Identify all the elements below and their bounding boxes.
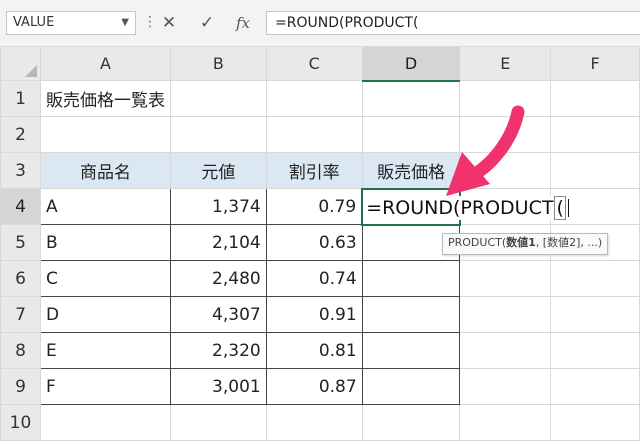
more-options-icon[interactable]: ⋮ <box>143 11 157 35</box>
formula-bar: VALUE ▼ ⋮ ✕ ✓ fx =ROUND(PRODUCT( <box>0 0 640 47</box>
price-cell[interactable]: 2,104 <box>169 224 267 261</box>
cell[interactable] <box>459 332 552 369</box>
cell[interactable] <box>550 332 640 369</box>
cell[interactable] <box>459 152 552 189</box>
sale-price-cell[interactable] <box>361 332 461 369</box>
cancel-icon[interactable]: ✕ <box>154 11 184 35</box>
cell[interactable] <box>39 116 171 153</box>
cell[interactable] <box>550 80 640 117</box>
tooltip-rest-arguments: , [数値2], ...) <box>535 236 603 249</box>
row-header-7[interactable]: 7 <box>0 296 41 333</box>
tooltip-function-name[interactable]: PRODUCT( <box>448 236 506 249</box>
column-header-f[interactable]: F <box>550 46 640 81</box>
row-header-6[interactable]: 6 <box>0 260 41 297</box>
price-cell[interactable]: 1,374 <box>169 188 267 225</box>
product-name-cell[interactable]: F <box>39 368 171 405</box>
title-cell[interactable]: 販売価格一覧表 <box>39 80 171 117</box>
rate-cell[interactable]: 0.79 <box>265 188 363 225</box>
header-cell-product-name[interactable]: 商品名 <box>39 152 171 189</box>
row-header-5[interactable]: 5 <box>0 224 41 261</box>
rate-cell[interactable]: 0.63 <box>265 224 363 261</box>
sale-price-cell[interactable] <box>361 260 461 297</box>
row-header-4[interactable]: 4 <box>0 188 41 225</box>
check-icon[interactable]: ✓ <box>192 11 222 35</box>
cell[interactable] <box>265 80 363 117</box>
price-cell[interactable]: 4,307 <box>169 296 267 333</box>
product-name-cell[interactable]: B <box>39 224 171 261</box>
cell[interactable] <box>459 404 552 441</box>
column-header-b[interactable]: B <box>169 46 267 81</box>
cell[interactable] <box>550 116 640 153</box>
product-name-cell[interactable]: E <box>39 332 171 369</box>
formula-input[interactable]: =ROUND(PRODUCT( <box>266 11 640 35</box>
function-tooltip: PRODUCT(数値1, [数値2], ...) <box>442 233 609 255</box>
sale-price-cell[interactable] <box>361 368 461 405</box>
row-header-3[interactable]: 3 <box>0 152 41 189</box>
row-header-1[interactable]: 1 <box>0 80 41 117</box>
product-name-cell[interactable]: D <box>39 296 171 333</box>
column-header-c[interactable]: C <box>265 46 363 81</box>
row-header-10[interactable]: 10 <box>0 404 41 441</box>
header-cell-original-price[interactable]: 元値 <box>169 152 267 189</box>
column-header-e[interactable]: E <box>459 46 552 81</box>
column-header-a[interactable]: A <box>39 46 171 81</box>
cell-formula-main: =ROUND(PRODUCT <box>366 196 554 219</box>
price-cell[interactable]: 3,001 <box>169 368 267 405</box>
cell[interactable] <box>550 404 640 441</box>
price-cell[interactable]: 2,480 <box>169 260 267 297</box>
row-header-9[interactable]: 9 <box>0 368 41 405</box>
header-cell-sale-price[interactable]: 販売価格 <box>361 152 461 189</box>
cell-formula-text: =ROUND(PRODUCT( <box>366 195 573 220</box>
column-header-d[interactable]: D <box>361 46 461 82</box>
active-cell[interactable]: =ROUND(PRODUCT( <box>361 187 573 226</box>
rate-cell[interactable]: 0.81 <box>265 332 363 369</box>
cell[interactable] <box>169 404 267 441</box>
header-cell-discount-rate[interactable]: 割引率 <box>265 152 363 189</box>
cell[interactable] <box>550 152 640 189</box>
price-cell[interactable]: 2,320 <box>169 332 267 369</box>
row-header-8[interactable]: 8 <box>0 332 41 369</box>
cell[interactable] <box>361 404 461 441</box>
chevron-down-icon[interactable]: ▼ <box>121 12 129 34</box>
text-cursor <box>567 199 569 217</box>
rate-cell[interactable]: 0.87 <box>265 368 363 405</box>
cell[interactable] <box>459 116 552 153</box>
insert-function-icon[interactable]: fx <box>228 11 258 35</box>
name-box-value: VALUE <box>13 15 55 30</box>
cell[interactable] <box>265 404 363 441</box>
cell[interactable] <box>39 404 171 441</box>
cell[interactable] <box>169 116 267 153</box>
rate-cell[interactable]: 0.74 <box>265 260 363 297</box>
cell[interactable] <box>459 260 552 297</box>
cell[interactable] <box>265 116 363 153</box>
name-box[interactable]: VALUE ▼ <box>6 11 136 35</box>
cell[interactable] <box>459 368 552 405</box>
select-all-corner[interactable] <box>0 46 41 81</box>
open-paren-highlight: ( <box>554 195 566 220</box>
row-header-2[interactable]: 2 <box>0 116 41 153</box>
sale-price-cell[interactable] <box>361 296 461 333</box>
select-all-icon <box>24 65 37 77</box>
cell[interactable] <box>361 80 461 117</box>
product-name-cell[interactable]: C <box>39 260 171 297</box>
cell[interactable] <box>459 296 552 333</box>
cell[interactable] <box>459 80 552 117</box>
cell[interactable] <box>169 80 267 117</box>
product-name-cell[interactable]: A <box>39 188 171 225</box>
rate-cell[interactable]: 0.91 <box>265 296 363 333</box>
cell[interactable] <box>550 368 640 405</box>
tooltip-current-argument[interactable]: 数値1 <box>506 236 536 249</box>
cell[interactable] <box>361 116 461 153</box>
cell[interactable] <box>550 260 640 297</box>
cell[interactable] <box>550 296 640 333</box>
